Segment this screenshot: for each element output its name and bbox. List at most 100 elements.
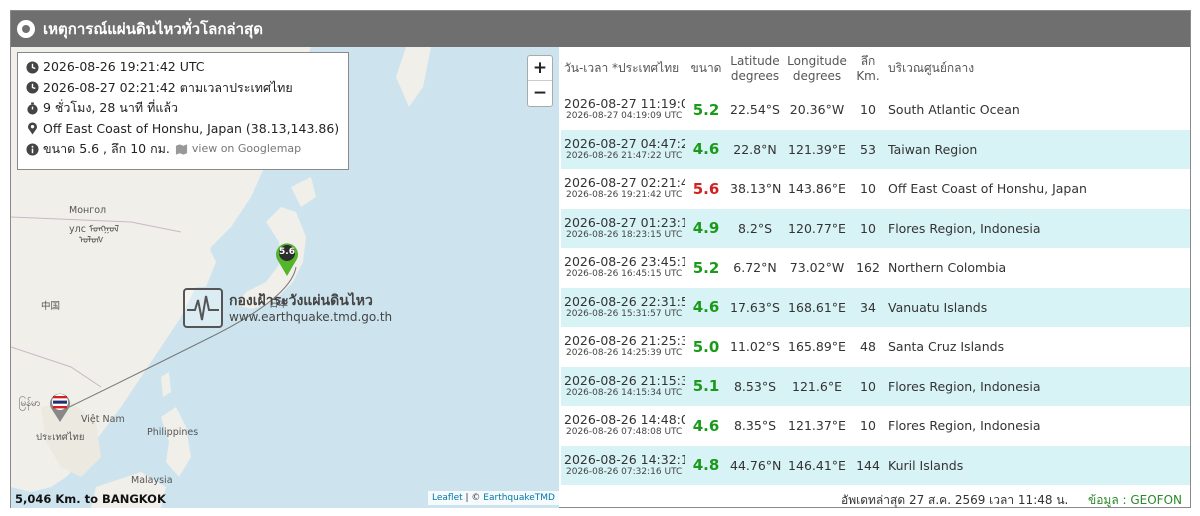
earthquake-map[interactable]: Монгол улс ᠮᠣᠩᠭᠣᠯ ᠤᠯᠤᠰ 中国 日本 မြန်မာ Việt…: [11, 47, 559, 508]
cell-latitude: 6.72°N: [733, 260, 777, 276]
table-row[interactable]: 2026-08-27 11:19:09 2026-08-27 04:19:09 U…: [561, 90, 1190, 130]
seismograph-logo-icon: [183, 288, 223, 328]
record-icon: [17, 20, 35, 38]
info-magnitude-row: ขนาด 5.6 , ลึก 10 กม. view on Googlemap: [26, 139, 340, 160]
clock-icon: [26, 81, 39, 94]
googlemap-link[interactable]: view on Googlemap: [192, 139, 301, 160]
col-header-magnitude: ขนาด: [685, 47, 727, 90]
cell-datetime: 2026-08-27 02:21:42 2026-08-26 19:21:42 U…: [561, 169, 685, 209]
table-row[interactable]: 2026-08-27 04:47:22 2026-08-26 21:47:22 U…: [561, 129, 1190, 169]
panel-header: เหตุการณ์แผ่นดินไหวทั่วโลกล่าสุด: [11, 11, 1190, 47]
cell-thai-time: 2026-08-26 22:31:57: [564, 293, 685, 309]
map-label-mongolia-sub: ᠤᠯᠤᠰ: [79, 235, 104, 246]
cell-datetime: 2026-08-26 21:15:34 2026-08-26 14:15:34 U…: [561, 366, 685, 406]
panel-title: เหตุการณ์แผ่นดินไหวทั่วโลกล่าสุด: [43, 20, 263, 38]
info-utc-time: 2026-08-26 19:21:42 UTC: [43, 59, 205, 74]
earthquake-marker[interactable]: 5.6: [274, 241, 300, 277]
hokkaido-shape: [291, 177, 316, 207]
zoom-out-button[interactable]: −: [528, 81, 552, 106]
cell-depth: 48: [860, 339, 876, 355]
cell-depth: 10: [851, 208, 885, 248]
clock-icon: [26, 61, 39, 74]
info-elapsed-row: 9 ชั่วโมง, 28 นาที ที่แล้ว: [26, 98, 340, 119]
cell-thai-time: 2026-08-26 23:45:15: [564, 254, 685, 270]
bangkok-marker-icon[interactable]: [48, 391, 72, 423]
cell-thai-time: 2026-08-27 01:23:15: [564, 214, 685, 230]
cell-utc-time: 2026-08-26 19:21:42 UTC: [566, 190, 683, 201]
cell-datetime: 2026-08-27 11:19:09 2026-08-27 04:19:09 U…: [561, 90, 685, 130]
cell-depth: 10: [851, 366, 885, 406]
zoom-in-button[interactable]: +: [528, 56, 552, 81]
tmd-watermark: กองเฝ้าระวังแผ่นดินไหว www.earthquake.tm…: [183, 288, 393, 333]
cell-thai-time: 2026-08-27 02:21:42: [564, 175, 685, 191]
cell-magnitude: 4.8: [685, 445, 727, 485]
cell-depth: 10: [860, 102, 876, 118]
cell-region: Flores Region, Indonesia: [888, 418, 1041, 434]
earthquake-panel: เหตุการณ์แผ่นดินไหวทั่วโลกล่าสุด Монгол …: [10, 10, 1191, 508]
table-row[interactable]: 2026-08-26 14:32:16 2026-08-26 07:32:16 U…: [561, 445, 1190, 485]
marker-magnitude: 5.6: [279, 247, 295, 257]
cell-latitude: 22.8°N: [727, 129, 783, 169]
cell-magnitude: 5.2: [692, 258, 720, 277]
cell-thai-time: 2026-08-27 04:47:22: [564, 135, 685, 151]
cell-datetime: 2026-08-26 22:31:57 2026-08-26 15:31:57 U…: [561, 287, 685, 327]
korea-shape: [186, 242, 216, 287]
cell-longitude: 168.61°E: [783, 287, 851, 327]
earthquake-table: วัน-เวลา *ประเทศไทย ขนาด Latitude degree…: [561, 47, 1190, 485]
cell-latitude: 44.76°N: [727, 445, 783, 485]
cell-latitude: 17.63°S: [727, 287, 783, 327]
cell-magnitude: 4.6: [685, 129, 727, 169]
cell-longitude: 121.6°E: [783, 366, 851, 406]
table-row[interactable]: 2026-08-26 22:31:57 2026-08-26 15:31:57 U…: [561, 287, 1190, 327]
table-footer: อัพเดทล่าสุด 27 ส.ค. 2569 เวลา 11:48 น. …: [561, 487, 1190, 508]
table-row[interactable]: 2026-08-27 02:21:42 2026-08-26 19:21:42 U…: [561, 169, 1190, 209]
table-row[interactable]: 2026-08-27 01:23:15 2026-08-26 18:23:15 U…: [561, 208, 1190, 248]
table-row[interactable]: 2026-08-26 23:45:15 2026-08-26 16:45:15 U…: [561, 248, 1190, 288]
earthquake-table-panel: วัน-เวลา *ประเทศไทย ขนาด Latitude degree…: [561, 47, 1190, 508]
cell-region: Northern Colombia: [888, 260, 1007, 276]
map-label-philippines: Philippines: [147, 427, 199, 438]
cell-latitude: 11.02°S: [730, 339, 780, 355]
earthquake-info-box: 2026-08-26 19:21:42 UTC 2026-08-27 02:21…: [17, 52, 349, 170]
cell-datetime: 2026-08-26 14:48:08 2026-08-26 07:48:08 U…: [561, 406, 685, 446]
table-row[interactable]: 2026-08-26 14:48:08 2026-08-26 07:48:08 U…: [561, 406, 1190, 446]
cell-region: Kuril Islands: [885, 445, 1190, 485]
cell-longitude: 143.86°E: [788, 181, 846, 197]
map-label-china: 中国: [41, 301, 61, 312]
cell-utc-time: 2026-08-26 14:25:39 UTC: [566, 348, 683, 359]
watermark-url: www.earthquake.tmd.go.th: [229, 310, 393, 324]
cell-thai-time: 2026-08-26 21:15:34: [564, 372, 685, 388]
cell-utc-time: 2026-08-26 07:48:08 UTC: [566, 427, 683, 438]
cell-depth: 34: [851, 287, 885, 327]
leaflet-link[interactable]: Leaflet: [432, 493, 463, 503]
stopwatch-icon: [27, 102, 38, 115]
cell-depth: 144: [851, 445, 885, 485]
cell-magnitude: 4.9: [685, 208, 727, 248]
cell-longitude: 73.02°W: [789, 260, 845, 276]
cell-region: Off East Coast of Honshu, Japan: [888, 181, 1087, 197]
cell-longitude: 165.89°E: [788, 339, 846, 355]
cell-region: Vanuatu Islands: [885, 287, 1190, 327]
cell-latitude: 8.2°S: [727, 208, 783, 248]
col-header-datetime: วัน-เวลา *ประเทศไทย: [561, 47, 685, 90]
info-location-row: Off East Coast of Honshu, Japan (38.13,1…: [26, 119, 340, 140]
info-elapsed: 9 ชั่วโมง, 28 นาที ที่แล้ว: [43, 100, 179, 115]
cell-datetime: 2026-08-26 14:32:16 2026-08-26 07:32:16 U…: [561, 445, 685, 485]
info-magnitude-depth: ขนาด 5.6 , ลึก 10 กม.: [43, 141, 170, 156]
map-icon: [175, 144, 187, 155]
table-row[interactable]: 2026-08-26 21:15:34 2026-08-26 14:15:34 U…: [561, 366, 1190, 406]
cell-thai-time: 2026-08-27 11:19:09: [564, 96, 685, 112]
cell-latitude: 38.13°N: [730, 181, 782, 197]
location-pin-icon: [28, 122, 37, 135]
cell-magnitude: 5.6: [692, 179, 720, 198]
philippines-shape: [161, 407, 191, 477]
info-icon: [26, 143, 39, 156]
earthquaketmd-link[interactable]: EarthquakeTMD: [483, 493, 555, 503]
info-location: Off East Coast of Honshu, Japan (38.13,1…: [43, 120, 340, 136]
cell-region: Santa Cruz Islands: [888, 339, 1005, 355]
cell-magnitude: 5.2: [692, 100, 720, 119]
cell-magnitude: 4.6: [685, 287, 727, 327]
map-label-thailand: ประเทศไทย: [36, 432, 85, 443]
cell-magnitude: 5.1: [685, 366, 727, 406]
table-row[interactable]: 2026-08-26 21:25:39 2026-08-26 14:25:39 U…: [561, 327, 1190, 367]
